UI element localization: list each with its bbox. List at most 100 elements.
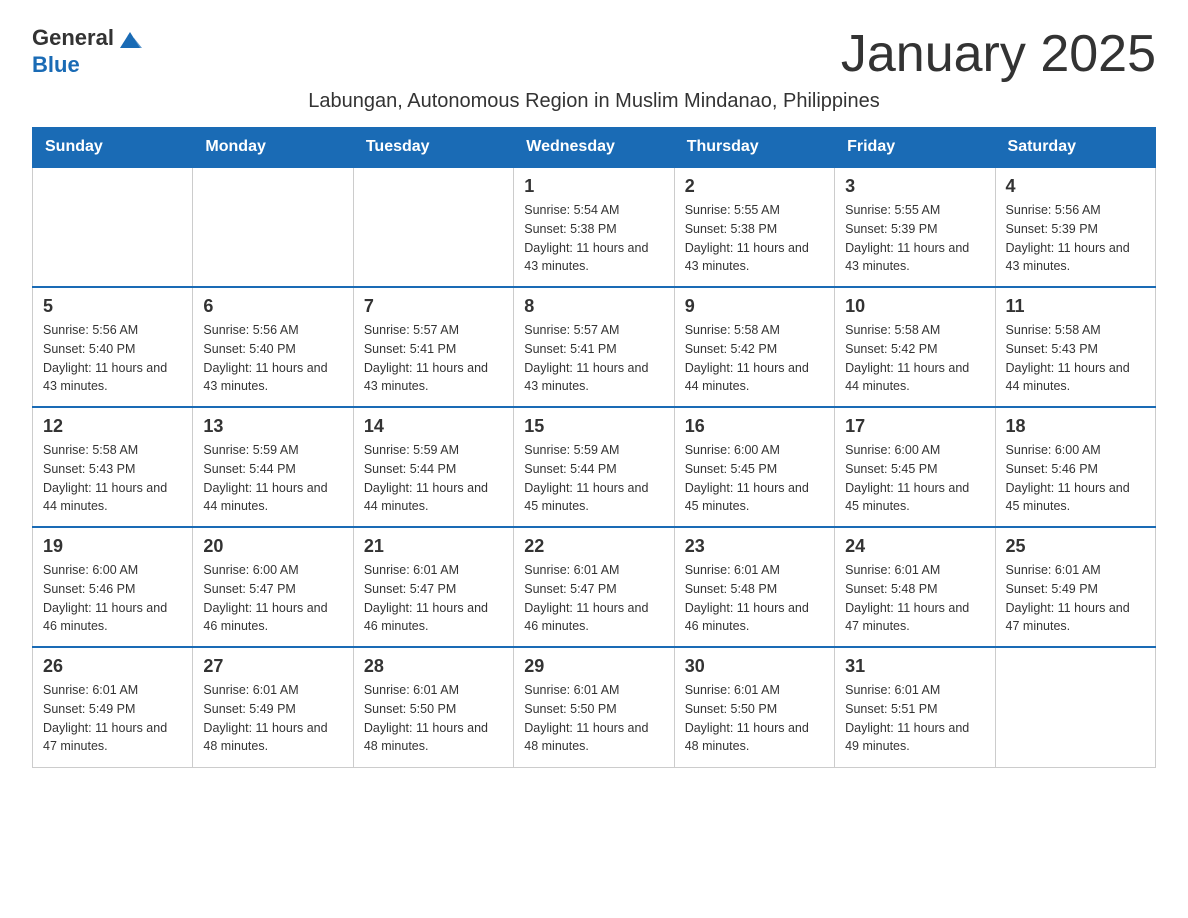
- day-number: 12: [43, 416, 182, 437]
- day-info: Sunrise: 6:00 AM Sunset: 5:46 PM Dayligh…: [1006, 441, 1145, 516]
- calendar-cell: 8Sunrise: 5:57 AM Sunset: 5:41 PM Daylig…: [514, 287, 674, 407]
- week-row-5: 26 Sunrise: 6:01 AM Sunset: 5:49 PM Dayli…: [33, 647, 1156, 767]
- column-header-wednesday: Wednesday: [514, 128, 674, 168]
- day-number: 15: [524, 416, 663, 437]
- day-number: 10: [845, 296, 984, 317]
- day-info: Sunrise: 5:56 AM Sunset: 5:40 PM Dayligh…: [43, 321, 182, 396]
- day-number: 1: [524, 176, 663, 197]
- day-number: 2: [685, 176, 824, 197]
- calendar-cell: 10 Sunrise: 5:58 AM Sunset: 5:42 PM Dayli…: [835, 287, 995, 407]
- calendar-cell: 28 Sunrise: 6:01 AM Sunset: 5:50 PM Dayli…: [353, 647, 513, 767]
- calendar-cell: 17Sunrise: 6:00 AM Sunset: 5:45 PM Dayli…: [835, 407, 995, 527]
- calendar-cell: [995, 647, 1155, 767]
- month-title: January 2025: [841, 24, 1156, 84]
- day-number: 22: [524, 536, 663, 557]
- day-info: Sunrise: 5:59 AM Sunset: 5:44 PM Dayligh…: [203, 441, 342, 516]
- day-number: 31: [845, 656, 984, 677]
- calendar-header: SundayMondayTuesdayWednesdayThursdayFrid…: [33, 128, 1156, 168]
- day-info: Sunrise: 6:00 AM Sunset: 5:47 PM Dayligh…: [203, 561, 342, 636]
- day-info: Sunrise: 5:57 AM Sunset: 5:41 PM Dayligh…: [364, 321, 503, 396]
- day-info: Sunrise: 5:58 AM Sunset: 5:43 PM Dayligh…: [43, 441, 182, 516]
- day-number: 7: [364, 296, 503, 317]
- calendar-cell: 21Sunrise: 6:01 AM Sunset: 5:47 PM Dayli…: [353, 527, 513, 647]
- day-info: Sunrise: 5:54 AM Sunset: 5:38 PM Dayligh…: [524, 201, 663, 276]
- column-header-friday: Friday: [835, 128, 995, 168]
- day-info: Sunrise: 5:55 AM Sunset: 5:38 PM Dayligh…: [685, 201, 824, 276]
- logo-blue-text: Blue: [32, 52, 144, 78]
- calendar-cell: 24Sunrise: 6:01 AM Sunset: 5:48 PM Dayli…: [835, 527, 995, 647]
- logo: General Blue: [32, 24, 144, 78]
- calendar-cell: 3 Sunrise: 5:55 AM Sunset: 5:39 PM Daylig…: [835, 167, 995, 287]
- calendar-cell: 4Sunrise: 5:56 AM Sunset: 5:39 PM Daylig…: [995, 167, 1155, 287]
- column-header-sunday: Sunday: [33, 128, 193, 168]
- day-number: 28: [364, 656, 503, 677]
- day-info: Sunrise: 6:01 AM Sunset: 5:49 PM Dayligh…: [203, 681, 342, 756]
- day-info: Sunrise: 5:56 AM Sunset: 5:40 PM Dayligh…: [203, 321, 342, 396]
- subtitle: Labungan, Autonomous Region in Muslim Mi…: [32, 90, 1156, 113]
- calendar-cell: 15Sunrise: 5:59 AM Sunset: 5:44 PM Dayli…: [514, 407, 674, 527]
- calendar-cell: 12 Sunrise: 5:58 AM Sunset: 5:43 PM Dayli…: [33, 407, 193, 527]
- logo-general-text: General: [32, 25, 114, 51]
- day-info: Sunrise: 6:01 AM Sunset: 5:50 PM Dayligh…: [364, 681, 503, 756]
- day-number: 11: [1006, 296, 1145, 317]
- calendar-cell: 2 Sunrise: 5:55 AM Sunset: 5:38 PM Daylig…: [674, 167, 834, 287]
- calendar-cell: 22Sunrise: 6:01 AM Sunset: 5:47 PM Dayli…: [514, 527, 674, 647]
- calendar-cell: 5 Sunrise: 5:56 AM Sunset: 5:40 PM Daylig…: [33, 287, 193, 407]
- logo-icon: [116, 24, 144, 52]
- day-number: 9: [685, 296, 824, 317]
- day-info: Sunrise: 5:58 AM Sunset: 5:42 PM Dayligh…: [685, 321, 824, 396]
- calendar-cell: 18 Sunrise: 6:00 AM Sunset: 5:46 PM Dayli…: [995, 407, 1155, 527]
- day-info: Sunrise: 5:56 AM Sunset: 5:39 PM Dayligh…: [1006, 201, 1145, 276]
- calendar-body: 1 Sunrise: 5:54 AM Sunset: 5:38 PM Daylig…: [33, 167, 1156, 767]
- day-number: 18: [1006, 416, 1145, 437]
- day-number: 13: [203, 416, 342, 437]
- column-header-monday: Monday: [193, 128, 353, 168]
- calendar-cell: 20 Sunrise: 6:00 AM Sunset: 5:47 PM Dayli…: [193, 527, 353, 647]
- day-info: Sunrise: 6:00 AM Sunset: 5:45 PM Dayligh…: [685, 441, 824, 516]
- week-row-4: 19Sunrise: 6:00 AM Sunset: 5:46 PM Dayli…: [33, 527, 1156, 647]
- week-row-3: 12 Sunrise: 5:58 AM Sunset: 5:43 PM Dayli…: [33, 407, 1156, 527]
- day-number: 17: [845, 416, 984, 437]
- calendar-cell: 31 Sunrise: 6:01 AM Sunset: 5:51 PM Dayli…: [835, 647, 995, 767]
- calendar-cell: 26Sunrise: 6:01 AM Sunset: 5:49 PM Dayli…: [33, 647, 193, 767]
- day-number: 20: [203, 536, 342, 557]
- calendar-cell: 30Sunrise: 6:01 AM Sunset: 5:50 PM Dayli…: [674, 647, 834, 767]
- day-info: Sunrise: 5:58 AM Sunset: 5:42 PM Dayligh…: [845, 321, 984, 396]
- column-header-thursday: Thursday: [674, 128, 834, 168]
- header-row: SundayMondayTuesdayWednesdayThursdayFrid…: [33, 128, 1156, 168]
- day-number: 3: [845, 176, 984, 197]
- calendar-cell: [193, 167, 353, 287]
- day-number: 23: [685, 536, 824, 557]
- column-header-tuesday: Tuesday: [353, 128, 513, 168]
- calendar-cell: 1 Sunrise: 5:54 AM Sunset: 5:38 PM Daylig…: [514, 167, 674, 287]
- calendar-cell: 14Sunrise: 5:59 AM Sunset: 5:44 PM Dayli…: [353, 407, 513, 527]
- day-number: 27: [203, 656, 342, 677]
- day-number: 25: [1006, 536, 1145, 557]
- day-number: 14: [364, 416, 503, 437]
- day-number: 21: [364, 536, 503, 557]
- calendar-cell: 25Sunrise: 6:01 AM Sunset: 5:49 PM Dayli…: [995, 527, 1155, 647]
- day-number: 6: [203, 296, 342, 317]
- day-number: 8: [524, 296, 663, 317]
- column-header-saturday: Saturday: [995, 128, 1155, 168]
- calendar-cell: 7 Sunrise: 5:57 AM Sunset: 5:41 PM Daylig…: [353, 287, 513, 407]
- page-header: General Blue January 2025: [32, 24, 1156, 84]
- week-row-2: 5 Sunrise: 5:56 AM Sunset: 5:40 PM Daylig…: [33, 287, 1156, 407]
- day-info: Sunrise: 6:01 AM Sunset: 5:51 PM Dayligh…: [845, 681, 984, 756]
- day-number: 29: [524, 656, 663, 677]
- calendar-cell: 29Sunrise: 6:01 AM Sunset: 5:50 PM Dayli…: [514, 647, 674, 767]
- calendar-cell: 9 Sunrise: 5:58 AM Sunset: 5:42 PM Daylig…: [674, 287, 834, 407]
- calendar-cell: 13 Sunrise: 5:59 AM Sunset: 5:44 PM Dayli…: [193, 407, 353, 527]
- calendar-cell: 19Sunrise: 6:00 AM Sunset: 5:46 PM Dayli…: [33, 527, 193, 647]
- day-info: Sunrise: 6:01 AM Sunset: 5:50 PM Dayligh…: [685, 681, 824, 756]
- day-number: 5: [43, 296, 182, 317]
- day-info: Sunrise: 5:55 AM Sunset: 5:39 PM Dayligh…: [845, 201, 984, 276]
- day-number: 26: [43, 656, 182, 677]
- day-number: 19: [43, 536, 182, 557]
- calendar-cell: 11Sunrise: 5:58 AM Sunset: 5:43 PM Dayli…: [995, 287, 1155, 407]
- day-info: Sunrise: 6:01 AM Sunset: 5:48 PM Dayligh…: [685, 561, 824, 636]
- calendar-cell: [353, 167, 513, 287]
- day-number: 24: [845, 536, 984, 557]
- week-row-1: 1 Sunrise: 5:54 AM Sunset: 5:38 PM Daylig…: [33, 167, 1156, 287]
- calendar-cell: 16Sunrise: 6:00 AM Sunset: 5:45 PM Dayli…: [674, 407, 834, 527]
